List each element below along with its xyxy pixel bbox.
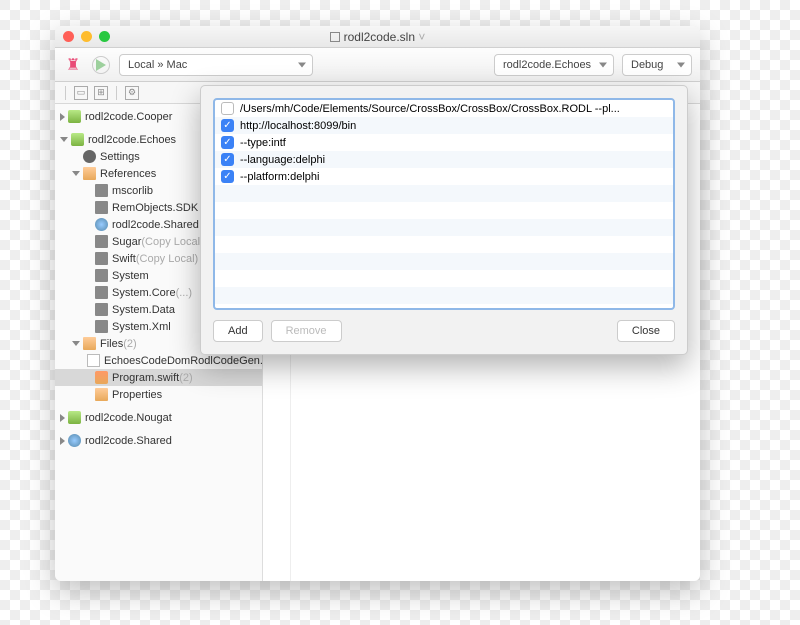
view-outline-icon[interactable]: ▭ [74,86,88,100]
brick-icon [95,235,108,248]
argument-checkbox[interactable]: ✓ [221,170,234,183]
tree-label: Swift [112,253,136,265]
traffic-lights [63,31,110,42]
tree-row[interactable]: rodl2code.Nougat [55,409,262,426]
tree-label: EchoesCodeDomRodlCodeGen.pas [104,355,262,367]
tree-label: Properties [112,389,162,401]
zoom-window-button[interactable] [99,31,110,42]
tree-label: Settings [100,151,140,163]
proj-icon [68,110,81,123]
tree-row[interactable]: Properties [55,386,262,403]
folder-icon [83,337,96,350]
run-button[interactable] [91,55,111,75]
brick-icon [95,286,108,299]
tree-label: mscorlib [112,185,153,197]
argument-checkbox[interactable]: ✓ [221,153,234,166]
add-button[interactable]: Add [213,320,263,342]
mode-dropdown[interactable]: Debug [622,54,692,76]
close-window-button[interactable] [63,31,74,42]
titlebar: rodl2code.sln ˅ [55,26,700,48]
app-icon[interactable]: ♜ [63,55,83,75]
brick-icon [95,252,108,265]
close-button[interactable]: Close [617,320,675,342]
tree-row[interactable]: Program.swift (2) [55,369,262,386]
folder-icon [95,388,108,401]
run-target-dropdown[interactable]: Local » Mac [119,54,313,76]
window-title: rodl2code.sln ˅ [55,30,700,44]
argument-text: --language:delphi [240,154,325,166]
proj-icon [68,411,81,424]
config-dropdown[interactable]: rodl2code.Echoes [494,54,614,76]
tree-label: rodl2code.Shared [85,435,172,447]
main-toolbar: ♜ Local » Mac rodl2code.Echoes Debug [55,48,700,82]
argument-text: /Users/mh/Code/Elements/Source/CrossBox/… [240,103,620,115]
argument-checkbox[interactable]: ✓ [221,136,234,149]
view-tree-icon[interactable]: ⊞ [94,86,108,100]
brick-icon [95,303,108,316]
brick-icon [95,184,108,197]
brick-icon [95,320,108,333]
tree-label: rodl2code.Cooper [85,111,172,123]
minimize-window-button[interactable] [81,31,92,42]
tree-label: rodl2code.Echoes [88,134,176,146]
remove-button[interactable]: Remove [271,320,342,342]
brick-icon [95,269,108,282]
argument-checkbox[interactable]: ✓ [221,119,234,132]
argument-row[interactable]: ✓ --type:intf [215,134,673,151]
arguments-listbox[interactable]: /Users/mh/Code/Elements/Source/CrossBox/… [213,98,675,310]
argument-row[interactable]: ✓ --platform:delphi [215,168,673,185]
swift-icon [95,371,108,384]
argument-checkbox[interactable] [221,102,234,115]
tree-label: Program.swift [112,372,179,384]
tree-row[interactable]: rodl2code.Shared [55,432,262,449]
tree-label: Files [100,338,123,350]
argument-text: --platform:delphi [240,171,319,183]
file-icon [87,354,100,367]
tree-label: References [100,168,156,180]
tree-label: System [112,270,149,282]
view-debug-icon[interactable]: ⚙ [125,86,139,100]
tree-label: RemObjects.SDK (... [112,202,214,214]
tree-label: rodl2code.Shared [112,219,199,231]
tree-label: Sugar [112,236,141,248]
tree-label: rodl2code.Nougat [85,412,172,424]
arguments-dialog: /Users/mh/Code/Elements/Source/CrossBox/… [200,85,688,355]
argument-row[interactable]: /Users/mh/Code/Elements/Source/CrossBox/… [215,100,673,117]
brick-icon [95,201,108,214]
globe-icon [68,434,81,447]
tree-label: System.Xml [112,321,171,333]
argument-row[interactable]: ✓ http://localhost:8099/bin [215,117,673,134]
gear-icon [83,150,96,163]
argument-text: --type:intf [240,137,286,149]
argument-row[interactable]: ✓ --language:delphi [215,151,673,168]
folder-icon [83,167,96,180]
tree-label: System.Data [112,304,175,316]
tree-label: System.Core [112,287,176,299]
globe-icon [95,218,108,231]
argument-text: http://localhost:8099/bin [240,120,356,132]
proj-icon [71,133,84,146]
